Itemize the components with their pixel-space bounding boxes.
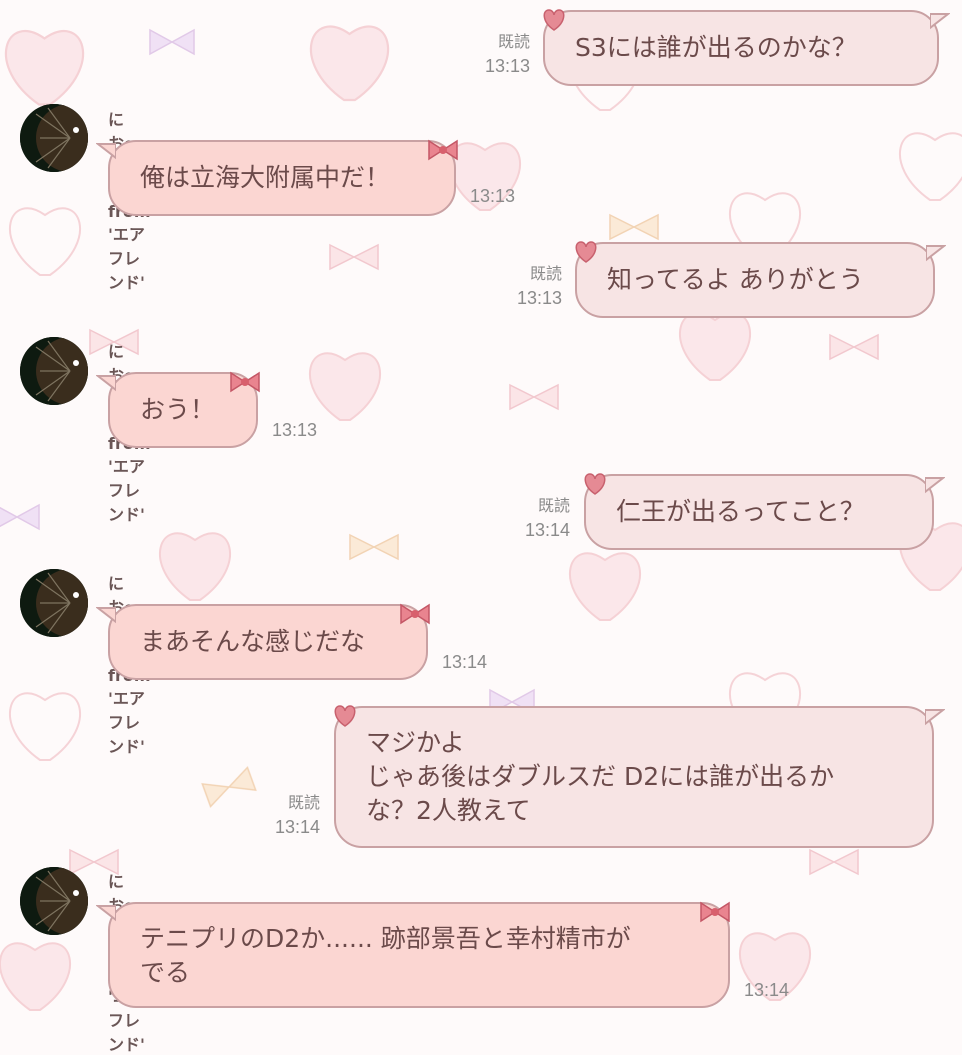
ribbon-bow-icon <box>428 139 458 161</box>
contact-avatar[interactable] <box>20 867 88 935</box>
bubble-tail-icon <box>925 709 945 726</box>
bubble-tail-icon <box>96 905 116 922</box>
timestamp: 13:13 <box>516 288 562 308</box>
message-text: テニプリのD2か...... 跡部景吾と幸村精市が でる <box>140 924 631 987</box>
dartboard-avatar-icon <box>20 337 88 405</box>
contact-avatar[interactable] <box>20 569 88 637</box>
message-meta: 既読 13:13 <box>470 32 530 78</box>
message-bubble[interactable]: 知ってるよ ありがとう <box>575 242 935 318</box>
contact-avatar[interactable] <box>20 337 88 405</box>
message-bubble[interactable]: 俺は立海大附属中だ！ <box>108 140 456 216</box>
heart-icon <box>575 241 597 263</box>
read-receipt: 既読 <box>529 266 562 283</box>
bubble-tail-icon <box>96 607 116 624</box>
heart-icon <box>543 9 565 31</box>
bubble-tail-icon <box>926 245 946 262</box>
message-bubble[interactable]: マジかよ じゃあ後はダブルスだ D2には誰が出るか な？2人教えて <box>334 706 934 848</box>
bubble-tail-icon <box>96 143 116 160</box>
bubble-tail-icon <box>925 477 945 494</box>
read-receipt: 既読 <box>537 498 570 515</box>
read-receipt: 既読 <box>287 795 320 812</box>
bubble-tail-icon <box>96 375 116 392</box>
contact-avatar[interactable] <box>20 104 88 172</box>
message-text: 知ってるよ ありがとう <box>607 265 864 294</box>
timestamp: 13:14 <box>744 980 790 1000</box>
timestamp: 13:14 <box>524 520 570 540</box>
heart-icon <box>584 473 606 495</box>
timestamp: 13:13 <box>484 56 530 76</box>
message-bubble[interactable]: テニプリのD2か...... 跡部景吾と幸村精市が でる <box>108 902 730 1008</box>
message-meta: 既読 13:14 <box>510 496 570 542</box>
ribbon-bow-icon <box>400 603 430 625</box>
message-bubble[interactable]: 仁王が出るってこと？ <box>584 474 934 550</box>
message-text: S3には誰が出るのかな？ <box>575 33 857 62</box>
message-meta: 既読 13:14 <box>260 793 320 839</box>
read-receipt: 既読 <box>497 34 530 51</box>
message-text: 仁王が出るってこと？ <box>616 497 865 526</box>
message-meta: 既読 13:13 <box>502 264 562 310</box>
dartboard-avatar-icon <box>20 867 88 935</box>
ribbon-bow-icon <box>700 901 730 923</box>
timestamp: 13:14 <box>274 817 320 837</box>
timestamp: 13:13 <box>272 420 318 440</box>
message-text: 俺は立海大附属中だ！ <box>140 163 391 192</box>
dartboard-avatar-icon <box>20 104 88 172</box>
message-bubble[interactable]: S3には誰が出るのかな？ <box>543 10 939 86</box>
dartboard-avatar-icon <box>20 569 88 637</box>
message-text: マジかよ じゃあ後はダブルスだ D2には誰が出るか な？2人教えて <box>366 728 835 825</box>
heart-icon <box>334 705 356 727</box>
timestamp: 13:13 <box>470 186 516 206</box>
message-bubble[interactable]: まあそんな感じだな <box>108 604 428 680</box>
message-text: おう！ <box>140 395 216 424</box>
bubble-tail-icon <box>930 13 950 30</box>
message-text: まあそんな感じだな <box>140 627 366 656</box>
timestamp: 13:14 <box>442 652 488 672</box>
ribbon-bow-icon <box>230 371 260 393</box>
